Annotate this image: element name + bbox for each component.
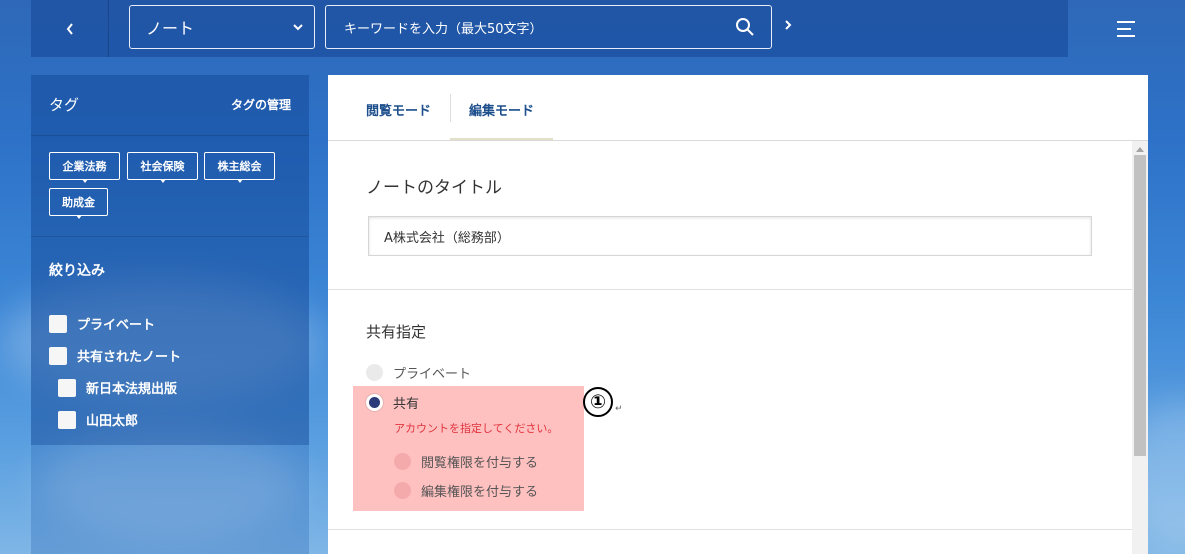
tag-chip[interactable]: 企業法務	[49, 152, 120, 183]
tag-label: 株主総会	[217, 160, 262, 173]
category-select[interactable]: ノート	[129, 5, 315, 49]
vertical-scrollbar[interactable]	[1132, 141, 1148, 554]
radio-private[interactable]: プライベート	[366, 363, 471, 382]
tab-view-mode[interactable]: 閲覧モード	[366, 100, 431, 119]
sidebar-empty-area	[31, 445, 309, 554]
tags-header: タグ タグの管理	[31, 75, 309, 136]
radio-label: 閲覧権限を付与する	[421, 456, 539, 471]
tag-label: 助成金	[62, 196, 95, 209]
radio-button[interactable]	[394, 453, 411, 470]
tags-panel: タグ タグの管理 企業法務 社会保険 株主総会 助成金 絞り込み	[31, 75, 309, 297]
main-panel: 閲覧モード 編集モード ノートのタイトル A株式会社（総務部） 共有指定 プライ…	[328, 75, 1148, 554]
sidebar: タグ タグの管理 企業法務 社会保険 株主総会 助成金 絞り込み プライベート …	[31, 75, 309, 554]
tag-chip[interactable]: 社会保険	[127, 152, 198, 183]
tag-label: 企業法務	[62, 160, 107, 173]
radio-label: 編集権限を付与する	[421, 485, 539, 500]
filter-title: 絞り込み	[49, 263, 105, 279]
checkbox[interactable]	[49, 314, 67, 333]
tab-edit-mode[interactable]: 編集モード	[469, 100, 534, 119]
filter-item-shinnippon[interactable]: 新日本法規出版	[58, 378, 177, 397]
mode-tabs: 閲覧モード 編集モード	[328, 75, 1148, 141]
scroll-up-arrow-icon[interactable]	[1136, 147, 1144, 152]
radio-shared[interactable]: 共有	[366, 393, 419, 412]
note-title-label: ノートのタイトル	[366, 178, 502, 198]
filter-item-private[interactable]: プライベート	[49, 314, 155, 333]
filter-header: 絞り込み	[31, 237, 309, 297]
radio-button-selected[interactable]	[366, 394, 383, 411]
tag-chip[interactable]: 助成金	[49, 188, 108, 219]
tag-label: 社会保険	[140, 160, 185, 173]
chevron-left-icon	[66, 22, 73, 35]
checkbox[interactable]	[49, 346, 67, 365]
back-button[interactable]	[31, 0, 109, 57]
checkbox[interactable]	[58, 410, 76, 429]
warning-text: アカウントを指定してください。	[394, 422, 559, 435]
tab-divider	[450, 94, 451, 122]
scrollbar-thumb[interactable]	[1134, 155, 1146, 456]
radio-button[interactable]	[394, 482, 411, 499]
filter-label: 山田太郎	[86, 414, 139, 429]
category-select-value: ノート	[146, 19, 195, 38]
radio-button[interactable]	[366, 364, 383, 381]
radio-label: プライベート	[393, 367, 472, 382]
radio-grant-view[interactable]: 閲覧権限を付与する	[394, 452, 538, 471]
filter-label: 共有されたノート	[77, 350, 182, 365]
filter-item-shared[interactable]: 共有されたノート	[49, 346, 181, 365]
annotation-number: ①	[583, 387, 613, 417]
share-section-label: 共有指定	[366, 323, 427, 341]
note-title-input[interactable]: A株式会社（総務部）	[368, 216, 1092, 256]
filter-label: 新日本法規出版	[86, 382, 178, 397]
tag-chip[interactable]: 株主総会	[204, 152, 275, 183]
hamburger-menu-icon[interactable]	[1116, 20, 1136, 38]
chevron-down-icon	[293, 24, 303, 31]
radio-grant-edit[interactable]: 編集権限を付与する	[394, 481, 538, 500]
manage-tags-link[interactable]: タグの管理	[231, 96, 291, 113]
search-placeholder: キーワードを入力（最大50文字）	[344, 21, 543, 37]
chevron-right-icon[interactable]	[783, 15, 793, 35]
search-input[interactable]: キーワードを入力（最大50文字）	[325, 5, 772, 49]
filter-label: プライベート	[77, 318, 156, 333]
checkbox[interactable]	[58, 378, 76, 397]
tags-title: タグ	[49, 96, 80, 114]
return-mark: ↵	[615, 404, 623, 414]
search-icon[interactable]	[735, 17, 755, 37]
radio-label: 共有	[393, 397, 420, 412]
active-tab-indicator	[450, 138, 553, 140]
section-divider	[328, 289, 1132, 290]
section-divider	[328, 529, 1132, 530]
top-bar: ノート キーワードを入力（最大50文字）	[31, 0, 1068, 57]
filter-list: プライベート 共有されたノート 新日本法規出版 山田太郎	[31, 297, 309, 445]
filter-item-yamada[interactable]: 山田太郎	[58, 410, 138, 429]
note-title-value: A株式会社（総務部）	[384, 230, 510, 246]
tags-list: 企業法務 社会保険 株主総会 助成金	[31, 136, 309, 237]
